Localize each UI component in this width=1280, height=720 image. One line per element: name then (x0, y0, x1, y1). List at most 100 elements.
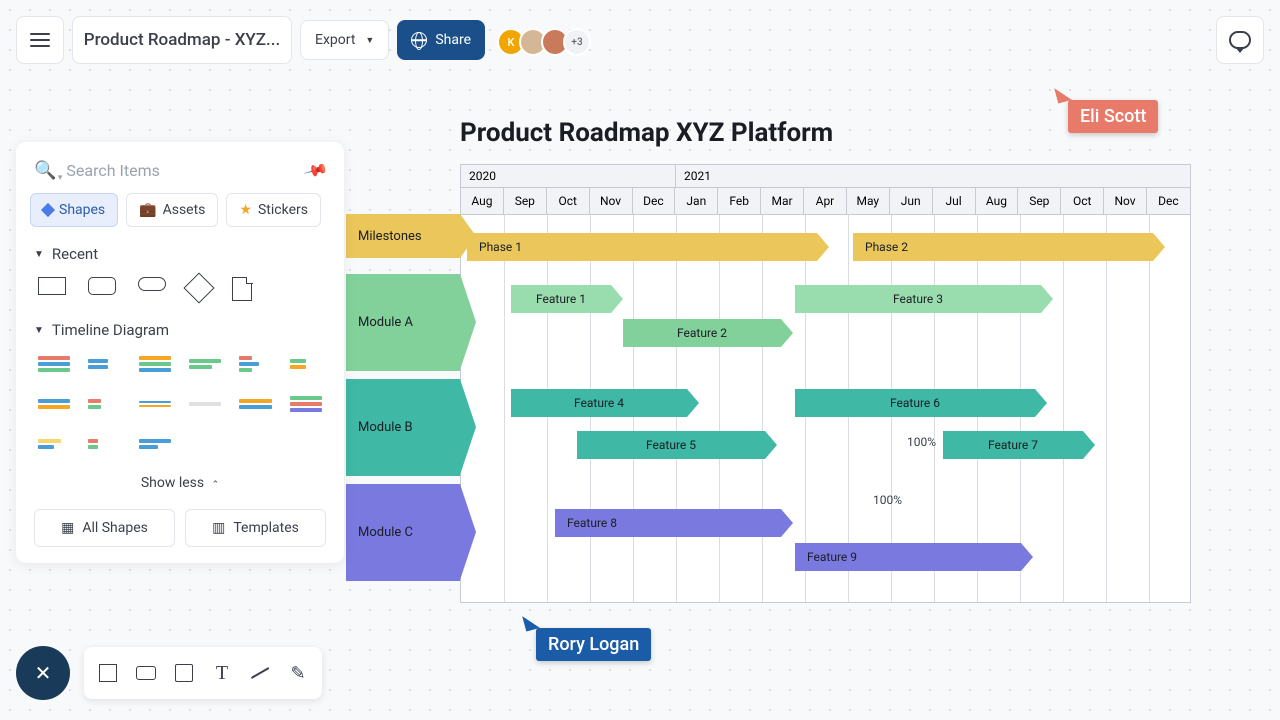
close-fab[interactable]: ✕ (16, 646, 70, 700)
bar-phase1[interactable]: Phase 1 (467, 233, 817, 261)
timeline-template-9[interactable] (137, 391, 173, 417)
tab-stickers[interactable]: ★Stickers (226, 193, 321, 227)
timeline-template-11[interactable] (237, 391, 273, 417)
pin-icon[interactable]: 📌 (303, 157, 330, 183)
month: Jan (675, 188, 718, 214)
month: Nov (1104, 188, 1147, 214)
timeline-template-3[interactable] (137, 351, 173, 377)
month: Aug (976, 188, 1019, 214)
menu-button[interactable] (16, 16, 64, 64)
top-toolbar: Product Roadmap - XYZ... Export ▼ Share … (16, 16, 591, 64)
timeline-template-1[interactable] (36, 351, 72, 377)
globe-icon (411, 32, 427, 48)
template-icon: ▥ (212, 520, 225, 536)
tool-line[interactable] (242, 655, 278, 691)
shape-diamond[interactable] (183, 272, 214, 303)
row-milestones[interactable]: Milestones (346, 214, 460, 258)
month: Dec (633, 188, 676, 214)
month: Aug (461, 188, 504, 214)
search-icon[interactable]: 🔍 (34, 160, 56, 181)
row-module-b[interactable]: Module B (346, 379, 460, 476)
recent-section[interactable]: ▼Recent (16, 237, 344, 271)
shape-rectangle[interactable] (38, 277, 66, 295)
month: Feb (718, 188, 761, 214)
tab-shapes[interactable]: Shapes (30, 193, 118, 227)
month: Sep (1018, 188, 1061, 214)
chevron-down-icon: ▼ (365, 35, 374, 46)
grid-icon: ▦ (61, 520, 74, 536)
close-icon: ✕ (35, 661, 52, 685)
export-label: Export (315, 32, 355, 48)
progress-feature8: 100% (873, 493, 902, 507)
note-icon (175, 664, 193, 682)
caret-icon: ▼ (34, 249, 44, 260)
month: Mar (761, 188, 804, 214)
document-title[interactable]: Product Roadmap - XYZ... (72, 16, 292, 64)
bar-feature7[interactable]: Feature 7 (943, 431, 1083, 459)
hamburger-icon (30, 33, 50, 47)
timeline-template-10[interactable] (187, 391, 223, 417)
month: Nov (590, 188, 633, 214)
chat-button[interactable] (1216, 16, 1264, 64)
assets-icon: 💼 (139, 202, 156, 218)
month: Dec (1147, 188, 1190, 214)
month: Jun (890, 188, 933, 214)
timeline-template-13[interactable] (36, 431, 72, 457)
timeline-template-6[interactable] (288, 351, 324, 377)
timeline-template-8[interactable] (86, 391, 122, 417)
search-input[interactable] (66, 161, 296, 180)
timeline-section[interactable]: ▼Timeline Diagram (16, 313, 344, 347)
bar-feature6[interactable]: Feature 6 (795, 389, 1035, 417)
shape-rounded-rect[interactable] (88, 277, 116, 295)
timeline-template-5[interactable] (237, 351, 273, 377)
tool-text[interactable]: T (204, 655, 240, 691)
bar-feature4[interactable]: Feature 4 (511, 389, 687, 417)
rectangle-icon (99, 664, 117, 682)
chat-icon (1229, 31, 1251, 49)
chevron-up-icon: ⌃ (212, 480, 220, 490)
bar-feature3[interactable]: Feature 3 (795, 285, 1041, 313)
timeline-template-7[interactable] (36, 391, 72, 417)
show-less-button[interactable]: Show less ⌃ (16, 467, 344, 499)
text-icon: T (216, 662, 228, 685)
tool-note[interactable] (166, 655, 202, 691)
export-button[interactable]: Export ▼ (300, 20, 389, 60)
row-module-a[interactable]: Module A (346, 274, 460, 371)
tool-highlight[interactable]: ✎ (280, 655, 316, 691)
year-2021: 2021 (676, 165, 1190, 187)
share-label: Share (435, 32, 471, 48)
collaborator-avatars: K +3 (497, 20, 591, 64)
month: Jul (933, 188, 976, 214)
bar-feature8[interactable]: Feature 8 (555, 509, 781, 537)
tool-card[interactable] (128, 655, 164, 691)
all-shapes-button[interactable]: ▦All Shapes (34, 509, 175, 547)
cursor-rory-logan: Rory Logan (536, 628, 651, 661)
tab-assets[interactable]: 💼Assets (126, 193, 218, 227)
roadmap-row-labels: Milestones Module A Module B Module C (346, 214, 460, 589)
bar-phase2[interactable]: Phase 2 (853, 233, 1153, 261)
row-module-c[interactable]: Module C (346, 484, 460, 581)
timeline-template-2[interactable] (86, 351, 122, 377)
timeline-template-14[interactable] (86, 431, 122, 457)
month: May (847, 188, 890, 214)
month: Apr (804, 188, 847, 214)
shape-pill[interactable] (138, 277, 166, 291)
bar-feature1[interactable]: Feature 1 (511, 285, 611, 313)
share-button[interactable]: Share (397, 20, 485, 60)
templates-button[interactable]: ▥Templates (185, 509, 326, 547)
timeline-template-15[interactable] (137, 431, 173, 457)
timeline-template-12[interactable] (288, 391, 324, 417)
month: Sep (504, 188, 547, 214)
bar-feature2[interactable]: Feature 2 (623, 319, 781, 347)
avatar-more[interactable]: +3 (563, 28, 591, 56)
tool-rectangle[interactable] (90, 655, 126, 691)
shape-document[interactable] (232, 277, 252, 301)
progress-feature7: 100% (907, 435, 936, 449)
timeline-template-4[interactable] (187, 351, 223, 377)
month: Oct (1061, 188, 1104, 214)
roadmap-chart[interactable]: Product Roadmap XYZ Platform 2020 2021 A… (460, 118, 1191, 603)
bar-feature5[interactable]: Feature 5 (577, 431, 765, 459)
bar-feature9[interactable]: Feature 9 (795, 543, 1021, 571)
line-icon (251, 667, 269, 678)
cursor-eli-scott: Eli Scott (1068, 100, 1158, 133)
